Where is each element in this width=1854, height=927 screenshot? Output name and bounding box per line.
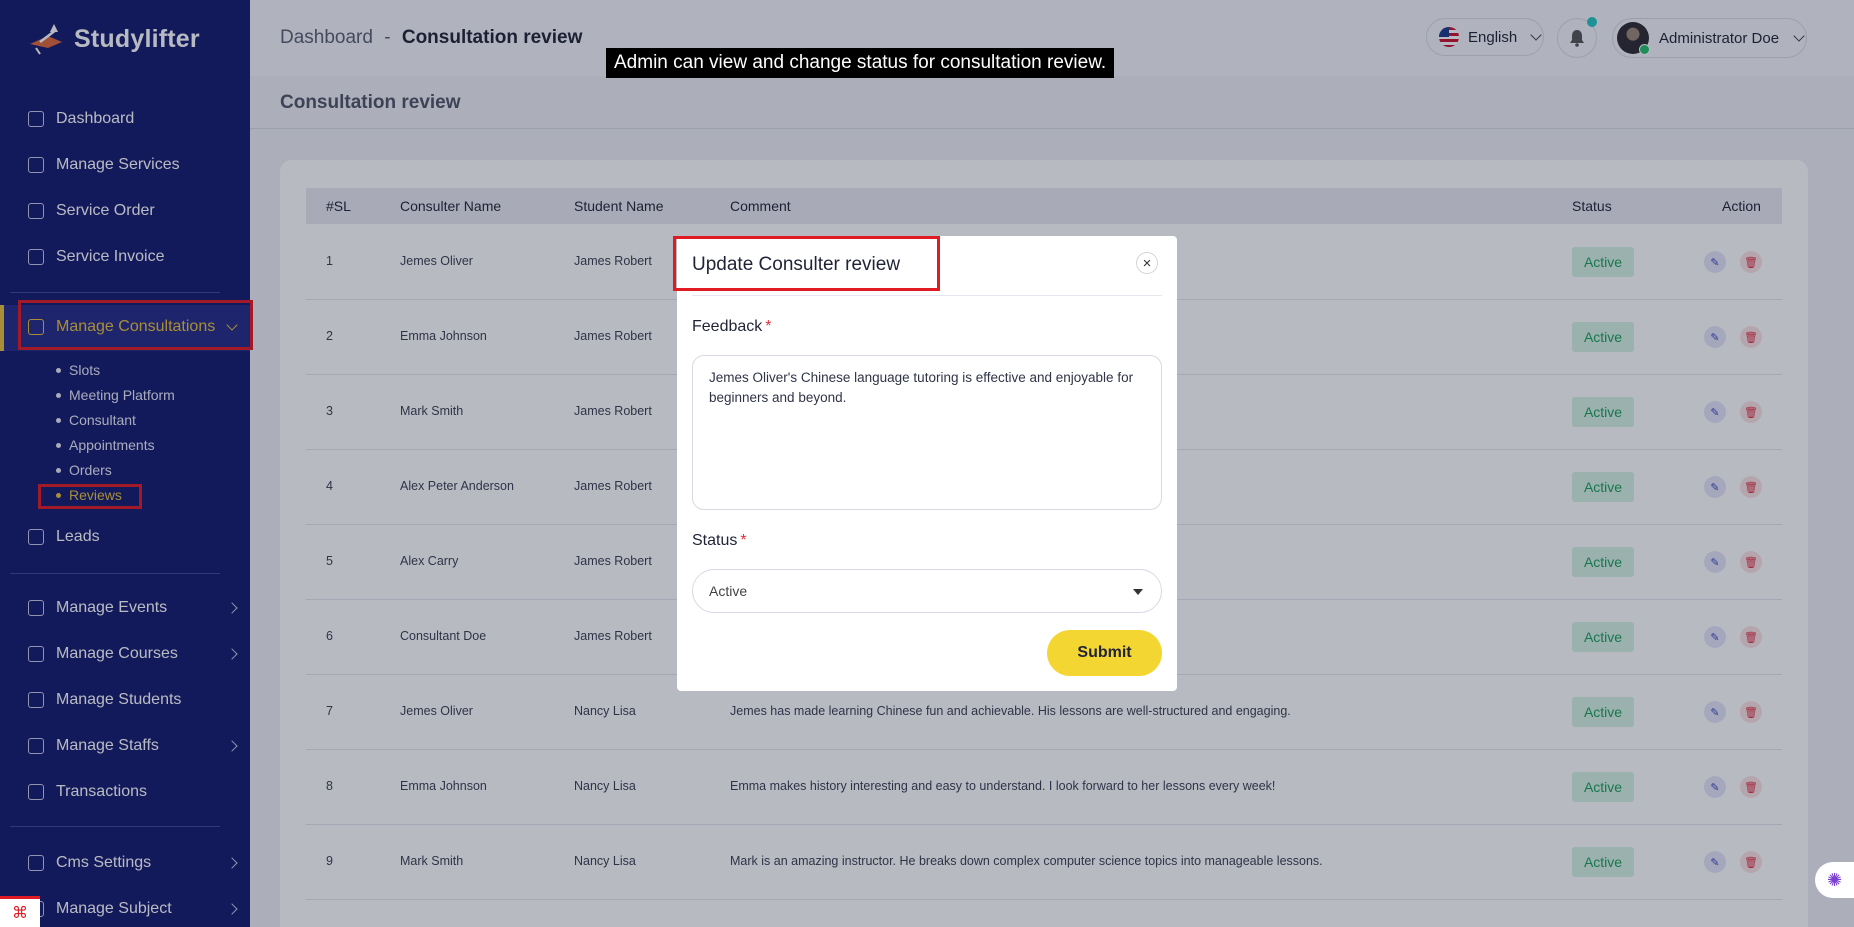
feedback-label-text: Feedback: [692, 318, 763, 335]
required-mark: *: [740, 532, 747, 549]
tutorial-caption: Admin can view and change status for con…: [606, 48, 1115, 78]
assistant-brain-icon[interactable]: ✺: [1815, 862, 1854, 898]
required-mark: *: [765, 318, 772, 335]
highlight-box-modal-title: [673, 236, 940, 291]
submit-button[interactable]: Submit: [1047, 630, 1162, 676]
close-button[interactable]: ×: [1136, 252, 1158, 274]
modal-divider: [692, 295, 1162, 296]
status-select[interactable]: Active: [692, 569, 1162, 613]
feedback-label: Feedback *: [692, 318, 772, 336]
status-select-value: Active: [709, 583, 748, 599]
close-icon: ×: [1142, 254, 1152, 272]
debug-icon[interactable]: ⌘: [0, 896, 40, 927]
status-label: Status *: [692, 532, 747, 550]
update-review-modal: Update Consulter review × Feedback * Jeme…: [677, 236, 1177, 691]
caret-down-icon: [1133, 589, 1143, 595]
feedback-textarea[interactable]: Jemes Oliver's Chinese language tutoring…: [692, 355, 1162, 510]
status-label-text: Status: [692, 532, 738, 549]
